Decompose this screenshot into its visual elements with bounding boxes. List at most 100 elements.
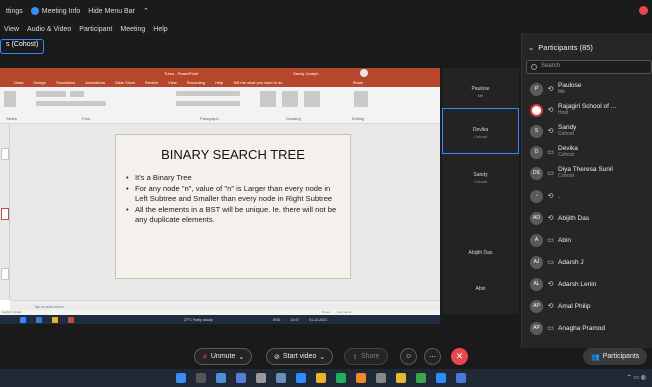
slide-title: BINARY SEARCH TREE [161,147,305,162]
paragraph-row[interactable] [176,91,240,96]
participant-row[interactable]: AJ ▭ Adarsh J [530,252,652,272]
word-icon[interactable] [256,373,266,383]
start-video-button[interactable]: ⊘ Start video ⌄ [266,348,334,365]
more-button[interactable]: ⋯ [424,348,441,365]
app-icon[interactable] [456,373,466,383]
editing-icon[interactable] [354,91,368,107]
participant-name: Anagha Pramod [558,324,605,332]
status-notes[interactable]: Notes [322,310,330,314]
participant-row[interactable]: D ▭ Devika Cohost [530,142,652,162]
slide-thumbnail[interactable] [1,148,9,160]
slide[interactable]: BINARY SEARCH TREE It's a Binary Tree Fo… [115,134,351,279]
participant-row[interactable]: DS ▭ Diya Theresa Sunil Cohost [530,163,652,183]
new-slide-icon[interactable] [4,91,16,107]
weather-text: 27°C Partly cloudy [184,317,213,322]
ppt-ribbon-tabs: Draw Design Transitions Animations Slide… [0,78,440,87]
system-tray[interactable]: ⌃ ▭ ◍ [627,374,646,381]
slide-bullet: It's a Binary Tree [126,173,338,183]
menu-participant[interactable]: Participant [79,26,112,33]
slide-thumbnail[interactable] [1,268,9,280]
app-icon[interactable] [356,373,366,383]
video-tile-active[interactable]: Devika Cohost [442,108,519,154]
participant-name: . [558,192,560,200]
user-icon: ◔ [530,189,543,203]
font-format-row[interactable] [36,101,106,106]
chevron-down-icon[interactable]: ⌄ [528,43,534,52]
participant-name: Diya Theresa Sunil [558,166,613,173]
participant-row[interactable]: ◔ ⟲ . [530,186,652,206]
avatar: P [530,82,543,96]
slide-canvas: BINARY SEARCH TREE It's a Binary Tree Fo… [10,124,440,300]
menu-meeting[interactable]: Meeting [120,26,145,33]
ppt-tab[interactable]: Animations [85,80,105,85]
folder-icon[interactable] [316,373,326,383]
ribbon-group-label: Paragraph [200,116,219,121]
chevron-up-icon[interactable]: ⌃ [143,7,149,15]
taskview-icon[interactable] [216,373,226,383]
ppt-tab[interactable]: Slide Show [115,80,135,85]
video-tile[interactable]: Abin [442,268,519,314]
ppt-tab[interactable]: Design [33,80,45,85]
ppt-tab[interactable]: Recording [187,80,205,85]
quick-styles-icon[interactable] [304,91,320,107]
ppt-tab[interactable]: View [168,80,177,85]
windows-start-icon[interactable] [176,373,186,383]
slide-thumbnail[interactable] [1,208,9,220]
reactions-button[interactable]: ☺ [400,348,417,365]
notes-pane[interactable]: Tap to add notes [10,300,440,310]
participants-button[interactable]: 👥 Participants [583,348,648,365]
chevron-down-icon[interactable]: ⌄ [238,353,244,361]
ppt-tab[interactable]: Review [145,80,158,85]
menu-audio-video[interactable]: Audio & Video [27,26,71,33]
paragraph-row[interactable] [176,101,240,106]
app-icon[interactable] [416,373,426,383]
menu-hide-menu-bar[interactable]: Hide Menu Bar [88,8,135,15]
ppt-tell-me[interactable]: Tell me what you want to do [233,80,282,85]
participant-row[interactable]: ⟲ Rajagiri School of ... Host [530,100,652,120]
spotify-icon[interactable] [336,373,346,383]
menu-meeting-info[interactable]: Meeting Info [30,7,80,15]
share-screen-icon: ⇧ [352,353,358,361]
chrome-icon[interactable] [396,373,406,383]
shapes-icon[interactable] [260,91,276,107]
participants-header[interactable]: ⌄ Participants (85) [528,43,593,52]
record-indicator-icon [639,6,648,15]
app-icon[interactable] [376,373,386,383]
avatar: S [530,124,543,138]
participant-row[interactable]: AL ⟲ Adarsh Lenin [530,274,652,294]
search-icon[interactable] [196,373,206,383]
avatar [530,103,543,117]
share-button[interactable]: ⇧ Share [344,348,388,365]
settings-icon[interactable] [276,373,286,383]
widgets-icon[interactable] [236,373,246,383]
status-comments[interactable]: Comments [337,310,352,314]
font-box[interactable] [36,91,66,97]
zoom-icon[interactable] [436,373,446,383]
cohost-pill[interactable]: s (Cohost) [0,39,45,54]
participant-row[interactable]: AP ▭ Anagha Pramod [530,318,652,338]
menu-help[interactable]: Help [153,26,167,33]
ppt-tab[interactable]: Transitions [56,80,75,85]
menu-settings[interactable]: ttings [6,8,23,15]
ppt-user-name: Sandy Joseph [293,70,319,76]
participant-row[interactable]: S ⟲ Sandy Cohost [530,121,652,141]
ppt-tab[interactable]: Draw [14,80,23,85]
ppt-tab[interactable]: Help [215,80,223,85]
unmute-button[interactable]: ✕ Unmute ⌄ [194,348,253,365]
participants-search-input[interactable]: Search [526,60,652,74]
leave-button[interactable]: ✕ [451,348,468,365]
participant-row[interactable]: A ▭ Abin [530,230,652,250]
ppt-share[interactable]: Share [353,80,364,85]
status-language: English (India) [2,310,22,314]
edge-icon[interactable] [296,373,306,383]
arrange-icon[interactable] [282,91,298,107]
share-icon: ⟲ [547,193,554,200]
ribbon-group-label: Slides [6,116,17,121]
participant-row[interactable]: P ⟲ Paulose Me [530,79,652,99]
font-size-box[interactable] [70,91,84,97]
unmute-label: Unmute [210,353,236,360]
chevron-down-icon[interactable]: ⌄ [319,353,325,361]
participant-row[interactable]: AP ⟲ Amal Philip [530,296,652,316]
participant-row[interactable]: AD ⟲ Abijith Das [530,208,652,228]
menu-view[interactable]: View [4,26,19,33]
